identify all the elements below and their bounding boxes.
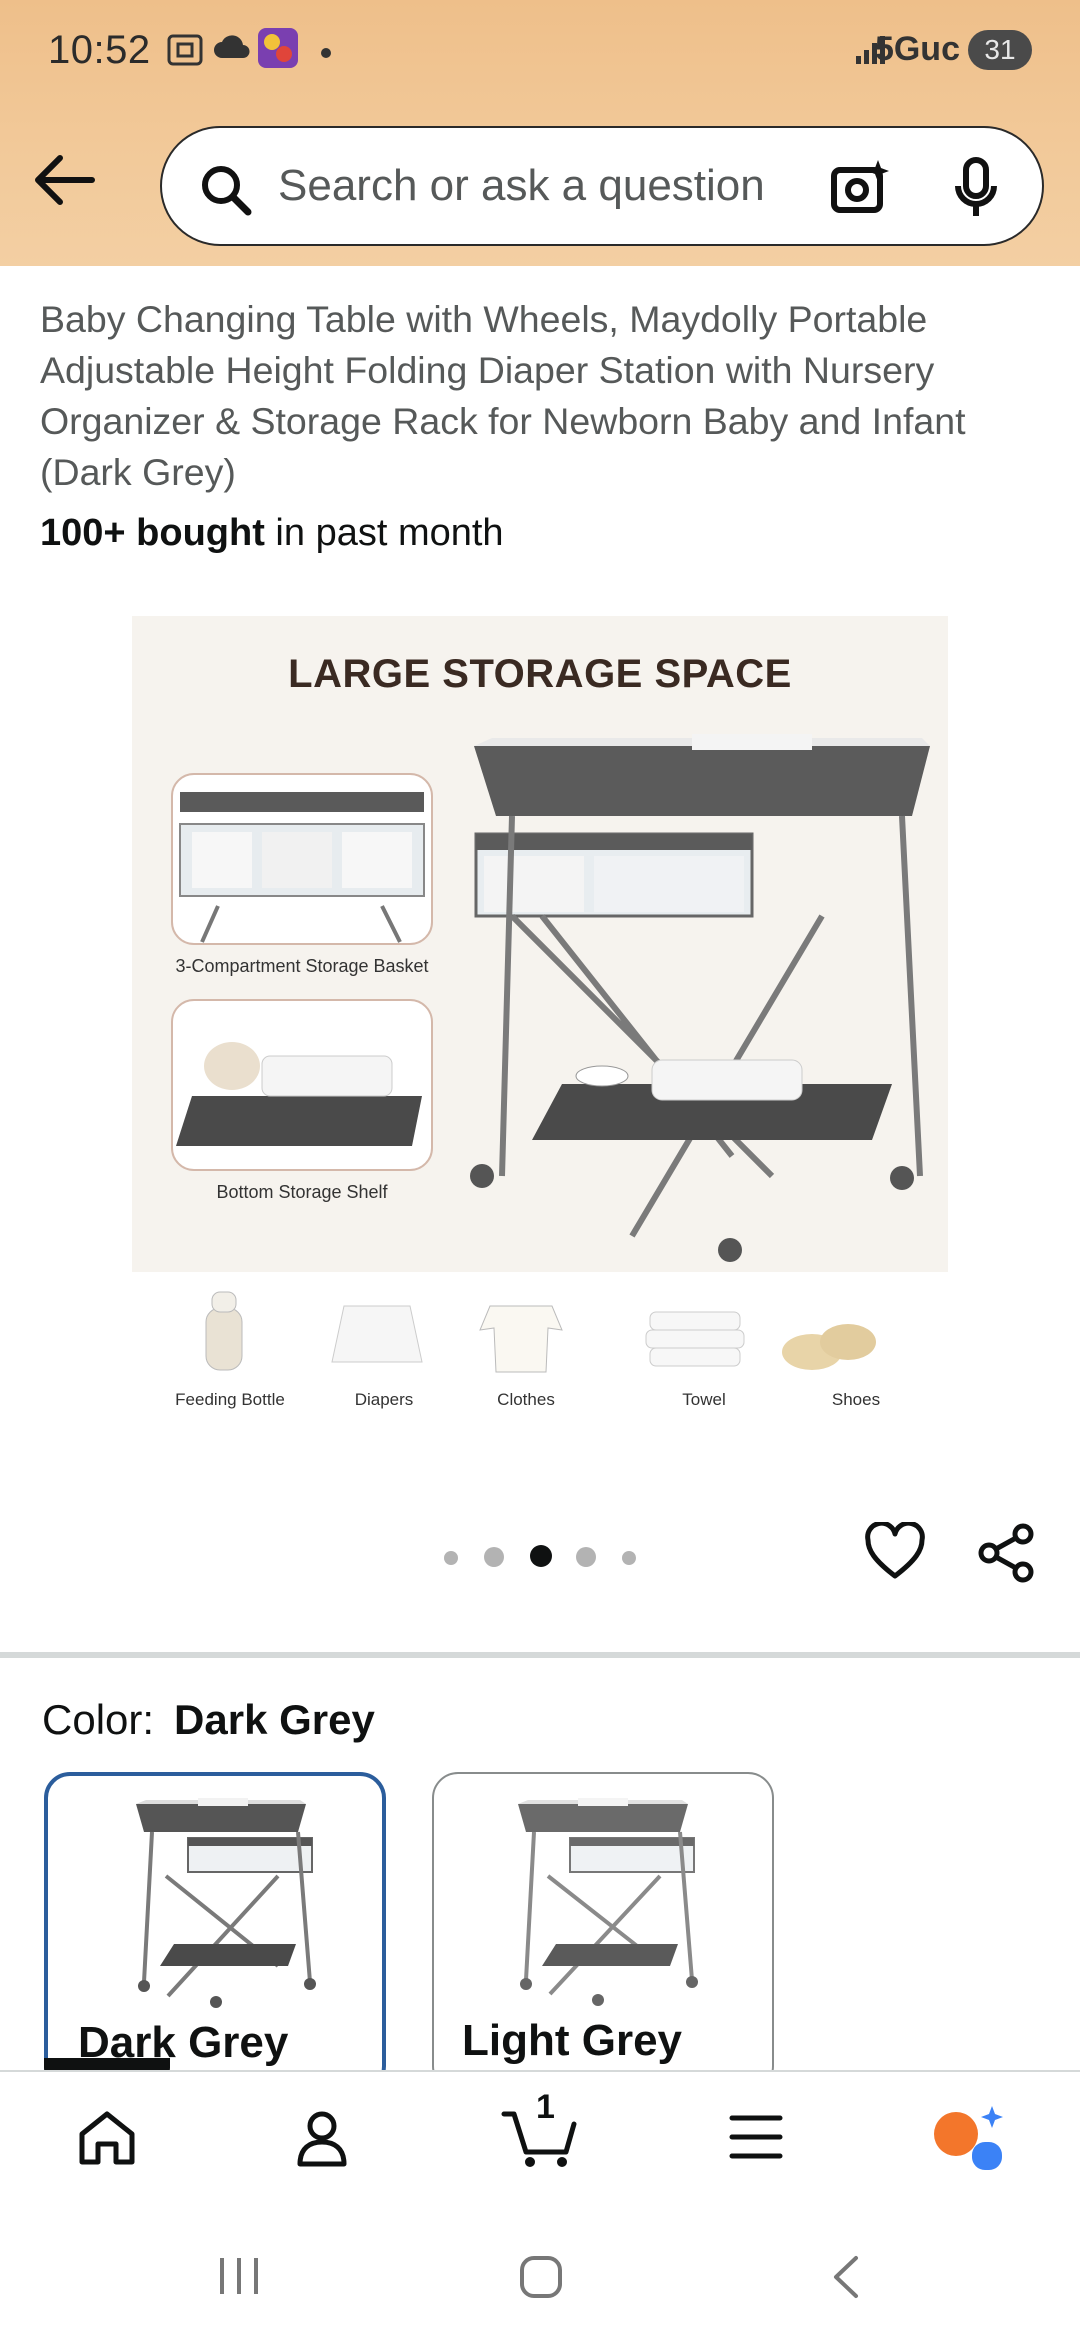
menu-icon[interactable] <box>728 2112 784 2167</box>
section-divider <box>0 1652 1080 1658</box>
color-option-dark-grey[interactable]: Dark Grey <box>44 1772 386 2092</box>
dot-icon <box>320 46 332 64</box>
product-image-main: LARGE STORAGE SPACE 3-Compartment Storag… <box>132 616 948 1272</box>
screenshot-icon <box>166 32 206 73</box>
bought-count: 100+ bought in past month <box>40 512 504 555</box>
bottom-nav: 1 <box>0 2070 1080 2200</box>
search-icon <box>198 162 254 223</box>
camera-search-icon[interactable] <box>828 156 892 225</box>
bought-rest: in past month <box>264 512 504 554</box>
status-time: 10:52 <box>48 28 151 72</box>
battery-indicator: 31 <box>968 30 1032 70</box>
status-bar: 10:52 5Guc 31 <box>0 0 1080 110</box>
accessory-label-1: Feeding Bottle <box>175 1390 285 1409</box>
color-option-light-grey-label: Light Grey <box>462 2016 683 2065</box>
system-nav <box>0 2200 1080 2340</box>
accessory-label-3: Clothes <box>497 1390 555 1409</box>
rufus-icon[interactable] <box>930 2102 1010 2177</box>
changing-table-illustration <box>171 734 930 1262</box>
account-icon[interactable] <box>294 2108 350 2173</box>
bought-bold: 100+ bought <box>40 512 265 554</box>
back-button[interactable] <box>30 152 96 208</box>
app-notification-icon <box>256 26 300 75</box>
search-bar[interactable] <box>160 126 1044 246</box>
accessory-label-2: Diapers <box>354 1390 414 1409</box>
color-selector-label: Color: Dark Grey <box>42 1696 375 1744</box>
light-grey-thumbnail <box>518 1798 698 2006</box>
inset-caption-basket: 3-Compartment Storage Basket <box>175 956 429 976</box>
share-icon[interactable] <box>976 1522 1038 1589</box>
microphone-icon[interactable] <box>952 156 1000 225</box>
accessory-strip: Feeding Bottle Diapers Clothes Towel Sho… <box>132 1272 948 1434</box>
carousel-dot-5[interactable] <box>622 1551 636 1565</box>
product-title[interactable]: Baby Changing Table with Wheels, Maydoll… <box>40 294 1050 498</box>
color-selected-value: Dark Grey <box>174 1696 375 1743</box>
carousel-dot-2[interactable] <box>484 1547 504 1567</box>
back-nav-icon[interactable] <box>826 2254 866 2305</box>
home-button-icon[interactable] <box>518 2254 564 2305</box>
signal-icon <box>854 34 888 71</box>
inset-caption-shelf: Bottom Storage Shelf <box>216 1182 388 1202</box>
dark-grey-thumbnail <box>136 1798 316 2008</box>
color-option-light-grey[interactable]: Light Grey <box>432 1772 774 2092</box>
heart-icon[interactable] <box>864 1520 926 1585</box>
carousel-dot-4[interactable] <box>576 1547 596 1567</box>
search-input[interactable] <box>278 154 838 218</box>
carousel-dot-1[interactable] <box>444 1551 458 1565</box>
accessory-illustrations <box>205 1291 876 1373</box>
recent-apps-icon[interactable] <box>216 2254 262 2303</box>
accessory-label-5: Shoes <box>831 1390 881 1409</box>
accessory-label-4: Towel <box>682 1390 726 1409</box>
header: 10:52 5Guc 31 <box>0 0 1080 266</box>
home-icon[interactable] <box>76 2108 138 2173</box>
cart-count: 1 <box>536 2088 555 2126</box>
cart-icon[interactable]: 1 <box>500 2088 580 2175</box>
carousel-dot-3-active[interactable] <box>530 1545 552 1567</box>
cloud-icon <box>212 32 252 67</box>
color-label: Color: <box>42 1696 155 1743</box>
product-image[interactable]: LARGE STORAGE SPACE 3-Compartment Storag… <box>132 616 948 1434</box>
